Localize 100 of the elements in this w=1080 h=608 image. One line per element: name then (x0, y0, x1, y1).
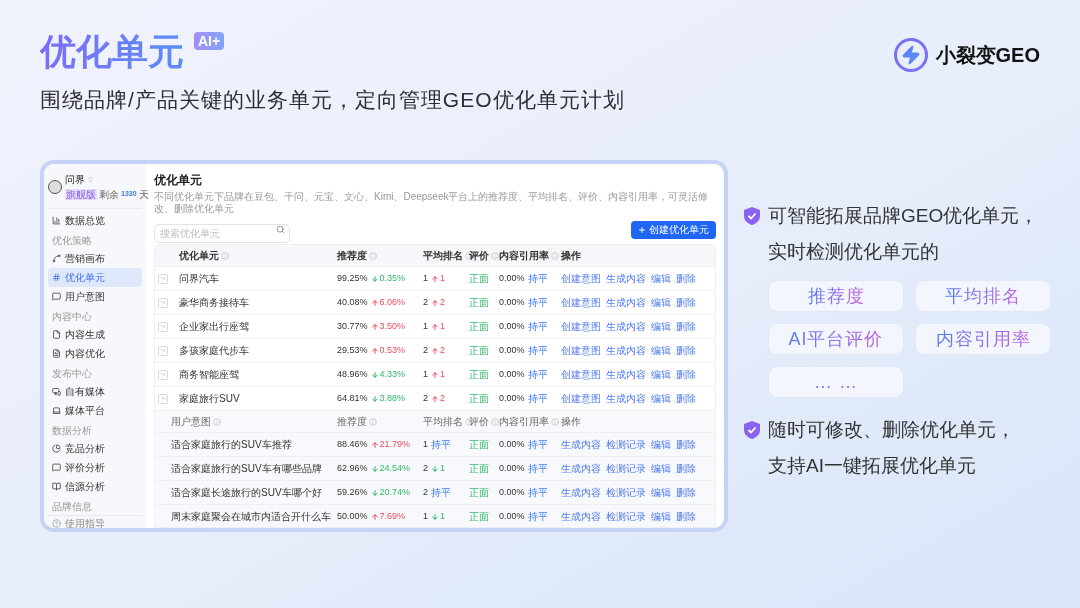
rating-cell-text: 正面 (469, 510, 490, 524)
action-link[interactable]: 删除 (676, 295, 696, 310)
action-link[interactable]: 删除 (676, 461, 696, 476)
table-cell-text: 1 (423, 367, 428, 381)
plus-icon (638, 225, 646, 234)
action-link[interactable]: 编辑 (651, 437, 671, 452)
column-header: 评价 (469, 415, 489, 429)
action-link[interactable]: 创建意图 (561, 343, 601, 358)
avatar-icon (48, 180, 62, 194)
table-cell-text: 0.00% (499, 367, 525, 381)
rating-cell-text: 正面 (469, 462, 490, 476)
account-name: 问界 (65, 173, 85, 187)
action-link[interactable]: 编辑 (651, 461, 671, 476)
sidebar-item[interactable]: 自有媒体 (48, 382, 142, 401)
action-link[interactable]: 创建意图 (561, 319, 601, 334)
action-link[interactable]: 编辑 (651, 391, 671, 406)
action-link[interactable]: 生成内容 (606, 319, 646, 334)
metric-chip: … … (768, 366, 904, 398)
sidebar-item[interactable]: 评价分析 (48, 458, 142, 477)
arrow-up-icon (431, 274, 439, 283)
laptop-icon (52, 406, 61, 415)
action-link[interactable]: 删除 (676, 271, 696, 286)
action-link[interactable]: 生成内容 (606, 343, 646, 358)
info-icon (491, 251, 499, 260)
action-link[interactable]: 生成内容 (561, 509, 601, 524)
action-link[interactable]: 编辑 (651, 295, 671, 310)
action-link[interactable]: 编辑 (651, 367, 671, 382)
table-cell-text: 0.00% (499, 295, 525, 309)
table-cell-text: 1 (423, 509, 428, 523)
info-icon (369, 251, 377, 260)
arrow-up-icon (370, 512, 379, 521)
action-link[interactable]: 检测记录 (606, 509, 646, 524)
action-link[interactable]: 删除 (676, 319, 696, 334)
action-link[interactable]: 创建意图 (561, 391, 601, 406)
table-cell-text: 1 (423, 271, 428, 285)
action-link[interactable]: 编辑 (651, 509, 671, 524)
action-link[interactable]: 生成内容 (606, 391, 646, 406)
action-link[interactable]: 生成内容 (561, 437, 601, 452)
sidebar-item[interactable]: 内容生成 (48, 325, 142, 344)
expand-toggle[interactable] (158, 345, 168, 356)
change-indicator: 21.79% (370, 437, 411, 452)
action-link[interactable]: 编辑 (651, 343, 671, 358)
change-indicator: 持平 (527, 486, 548, 500)
action-link[interactable]: 删除 (676, 509, 696, 524)
change-indicator: 1 (431, 367, 446, 382)
action-link[interactable]: 检测记录 (606, 461, 646, 476)
action-link[interactable]: 删除 (676, 391, 696, 406)
chevron-up-icon (159, 395, 167, 402)
sidebar-item[interactable]: 优化单元 (48, 268, 142, 287)
arrow-down-icon (431, 512, 439, 521)
sidebar-item[interactable]: 信源分析 (48, 477, 142, 496)
action-link[interactable]: 生成内容 (606, 271, 646, 286)
action-link[interactable]: 编辑 (651, 271, 671, 286)
expand-toggle[interactable] (158, 321, 168, 332)
switch-icon[interactable] (87, 176, 94, 183)
action-link[interactable]: 创建意图 (561, 367, 601, 382)
create-button[interactable]: 创建优化单元 (631, 220, 716, 239)
table-cell-text: 40.08% (337, 295, 368, 309)
action-link[interactable]: 生成内容 (606, 367, 646, 382)
table-cell-text: 0.00% (499, 343, 525, 357)
sidebar-item[interactable]: 媒体平台 (48, 401, 142, 420)
expand-toggle[interactable] (158, 369, 168, 380)
info-icon (213, 417, 221, 426)
table-cell-text: 适合家庭旅行的SUV车推荐 (171, 438, 293, 452)
action-link[interactable]: 删除 (676, 437, 696, 452)
action-link[interactable]: 检测记录 (606, 485, 646, 500)
action-link[interactable]: 生成内容 (561, 461, 601, 476)
expand-toggle[interactable] (158, 393, 168, 404)
page-description: 不同优化单元下品牌在豆包、千问、元宝、文心、Kimi、Deepseek平台上的推荐度、平均排名、评价、内容引用率，可灵活修改、删除优化单元 (154, 191, 710, 215)
feature-text: 支持AI一键拓展优化单元 (768, 454, 977, 478)
action-link[interactable]: 生成内容 (561, 485, 601, 500)
action-link[interactable]: 生成内容 (606, 295, 646, 310)
action-link[interactable]: 删除 (676, 485, 696, 500)
action-link[interactable]: 编辑 (651, 485, 671, 500)
guide-link[interactable]: 使用指导 (65, 516, 105, 528)
expand-toggle[interactable] (158, 297, 168, 308)
chevron-down-icon (159, 275, 167, 282)
expand-toggle[interactable] (158, 273, 168, 284)
action-link[interactable]: 创建意图 (561, 295, 601, 310)
sidebar-item[interactable]: 用户意图 (48, 287, 142, 306)
sidebar-item[interactable]: 竞品分析 (48, 439, 142, 458)
change-indicator: 持平 (527, 392, 548, 406)
column-header: 操作 (561, 249, 581, 263)
arrow-up-icon (370, 440, 379, 449)
sidebar-item[interactable]: 营销画布 (48, 249, 142, 268)
chevron-down-icon (159, 323, 167, 330)
action-link[interactable]: 删除 (676, 367, 696, 382)
arrow-down-icon (370, 394, 379, 403)
table-cell-text: 2 (423, 485, 428, 499)
action-link[interactable]: 编辑 (651, 319, 671, 334)
action-link[interactable]: 检测记录 (606, 437, 646, 452)
arrow-up-icon (431, 346, 439, 355)
feature-text: 实时检测优化单元的 (768, 240, 940, 264)
action-link[interactable]: 创建意图 (561, 271, 601, 286)
table-cell-text: 豪华商务接待车 (178, 296, 250, 310)
action-link[interactable]: 删除 (676, 343, 696, 358)
column-header: 优化单元 (179, 249, 219, 263)
arrow-down-icon (370, 464, 379, 473)
sidebar-item[interactable]: 数据总览 (48, 211, 142, 230)
sidebar-item[interactable]: 内容优化 (48, 344, 142, 363)
